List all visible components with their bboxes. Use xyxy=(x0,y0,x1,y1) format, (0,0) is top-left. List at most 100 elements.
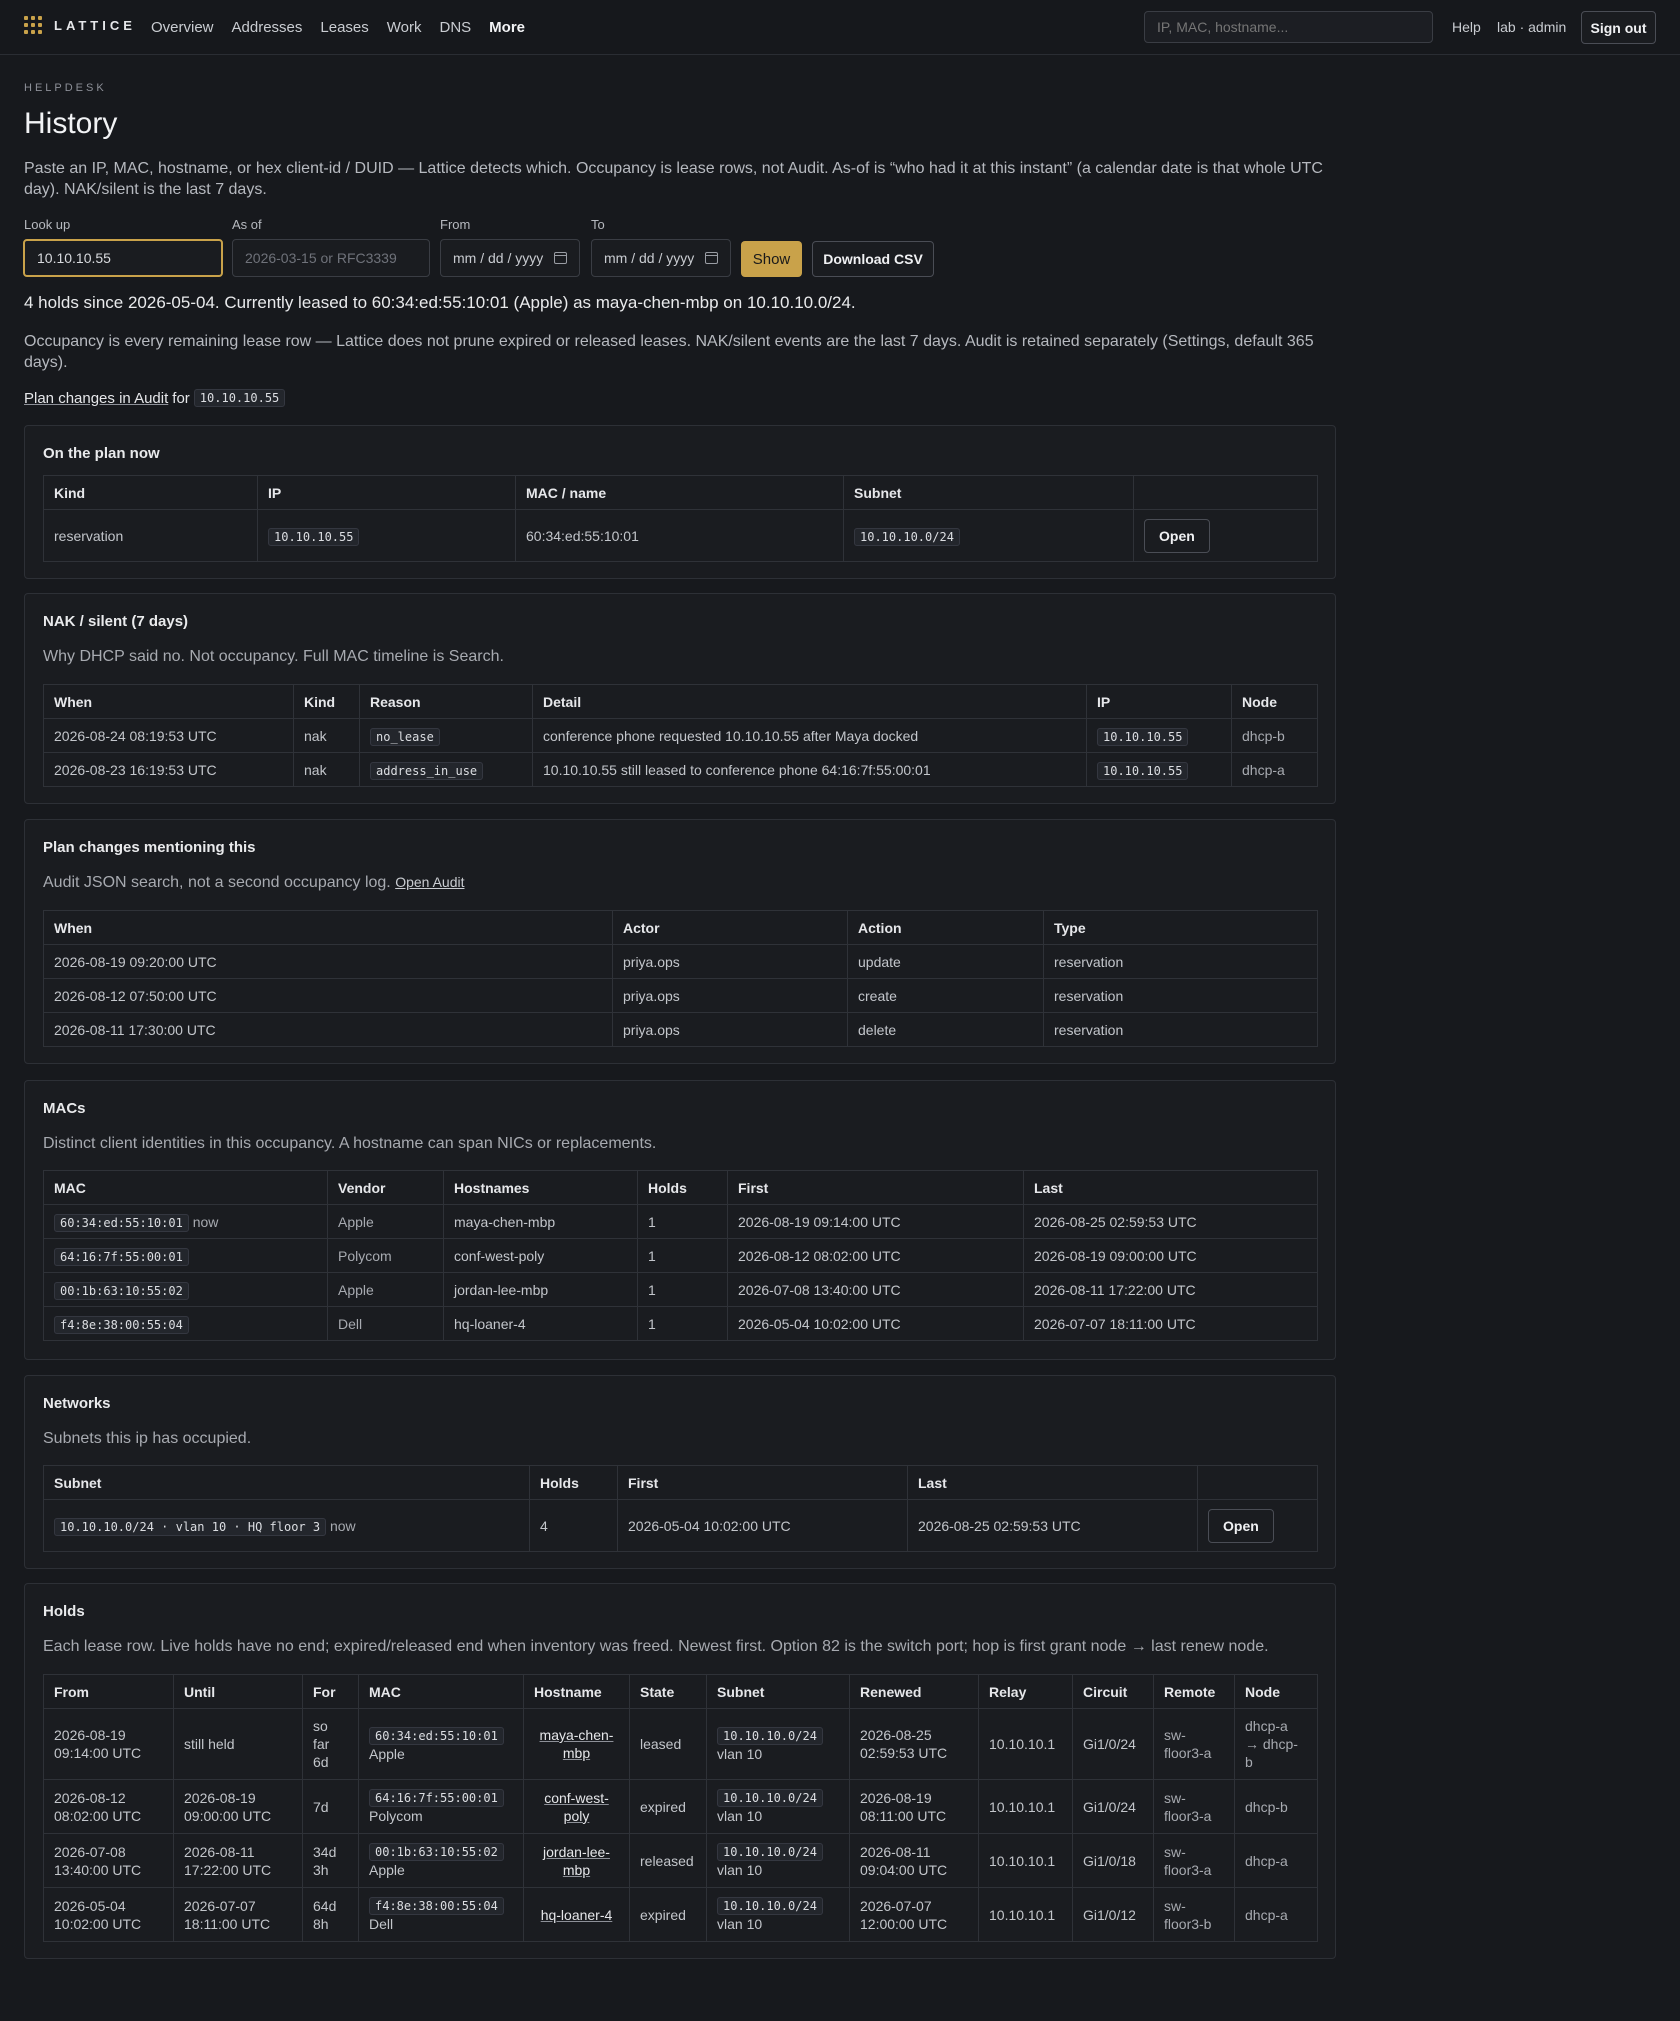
hostname-link[interactable]: jordan-lee-mbp xyxy=(543,1844,610,1878)
to-date-input[interactable]: mm / dd / yyyy xyxy=(591,239,731,277)
for-line3: 6d xyxy=(313,1754,329,1770)
holds-cell: 1 xyxy=(637,1204,728,1239)
last-cell: 2026-08-11 17:22:00 UTC xyxy=(1023,1272,1318,1307)
hostname-cell: jordan-lee-mbp xyxy=(523,1833,630,1888)
circuit-cell: Gi1/0/24 xyxy=(1072,1779,1154,1834)
until-date: 2026-07-07 xyxy=(184,1897,256,1914)
sign-out-button[interactable]: Sign out xyxy=(1581,11,1656,44)
nav-work[interactable]: Work xyxy=(387,19,422,36)
until-cell: 2026-08-19 09:00:00 UTC xyxy=(173,1779,303,1834)
subnet-chip: 10.10.10.0/24 xyxy=(717,1897,823,1915)
first-cell: 2026-05-04 10:02:00 UTC xyxy=(617,1499,908,1552)
lookup-input[interactable]: 10.10.10.55 xyxy=(23,239,223,277)
plan-changes-table: When Actor Action Type 2026-08-19 09:20:… xyxy=(43,910,1318,1047)
hostname-line1: maya-chen- xyxy=(539,1727,614,1743)
until-time: 17:22:00 UTC xyxy=(184,1861,272,1878)
subnet-chip: 10.10.10.0/24 xyxy=(717,1843,823,1861)
from-cell: 2026-08-12 08:02:00 UTC xyxy=(43,1779,174,1834)
hostname-line2: mbp xyxy=(562,1861,591,1878)
section-eyebrow: HELPDESK xyxy=(24,82,107,94)
col-until: Until xyxy=(173,1674,303,1709)
networks-card: Networks Subnets this ip has occupied. S… xyxy=(24,1375,1336,1569)
renewed-cell: 2026-08-19 08:11:00 UTC xyxy=(849,1779,979,1834)
open-audit-link[interactable]: Open Audit xyxy=(395,874,464,890)
open-button[interactable]: Open xyxy=(1144,518,1210,553)
plan-ip-chip: 10.10.10.55 xyxy=(193,389,286,407)
nav-more[interactable]: More xyxy=(489,19,525,36)
ip-chip: 10.10.10.55 xyxy=(1097,727,1189,746)
col-node: Node xyxy=(1231,684,1318,719)
col-for: For xyxy=(302,1674,359,1709)
logo[interactable]: LATTICE xyxy=(24,16,136,34)
vendor-label: Polycom xyxy=(369,1808,423,1824)
remote-line2: floor3-a xyxy=(1164,1861,1212,1878)
download-csv-button[interactable]: Download CSV xyxy=(812,241,934,277)
calendar-icon[interactable] xyxy=(705,252,718,264)
asof-input[interactable]: 2026-03-15 or RFC3339 xyxy=(232,239,430,277)
hostname-line2: mbp xyxy=(562,1745,591,1761)
hostnames-cell: conf-west-poly xyxy=(443,1238,638,1273)
mac-chip: 64:16:7f:55:00:01 xyxy=(54,1247,189,1266)
col-state: State xyxy=(629,1674,707,1709)
nav-leases[interactable]: Leases xyxy=(320,19,368,36)
table-row: 2026-07-08 13:40:00 UTC 2026-08-11 17:22:0… xyxy=(43,1833,1318,1888)
subnet-cell: 10.10.10.0/24 vlan 10 xyxy=(706,1887,850,1942)
networks-title: Networks xyxy=(43,1395,111,1412)
hostname-cell: hq-loaner-4 xyxy=(523,1887,630,1942)
last-cell: 2026-08-19 09:00:00 UTC xyxy=(1023,1238,1318,1273)
show-button[interactable]: Show xyxy=(741,241,802,277)
plan-changes-audit-link[interactable]: Plan changes in Audit xyxy=(24,390,168,407)
mac-cell: 60:34:ed:55:10:01 Apple xyxy=(358,1708,524,1780)
nav-overview[interactable]: Overview xyxy=(151,19,214,36)
for-cell: 7d xyxy=(302,1779,359,1834)
relay-cell: 10.10.10.1 xyxy=(978,1779,1073,1834)
remote-line1: sw- xyxy=(1164,1843,1186,1860)
col-mac: MAC xyxy=(43,1170,328,1205)
first-cell: 2026-07-08 13:40:00 UTC xyxy=(727,1272,1024,1307)
renewed-cell: 2026-08-11 09:04:00 UTC xyxy=(849,1833,979,1888)
col-renewed: Renewed xyxy=(849,1674,979,1709)
mac-chip: 00:1b:63:10:55:02 xyxy=(369,1843,504,1861)
col-first: First xyxy=(727,1170,1024,1205)
asof-placeholder: 2026-03-15 or RFC3339 xyxy=(245,250,397,266)
calendar-icon[interactable] xyxy=(554,252,567,264)
col-mac: MAC xyxy=(358,1674,524,1709)
mac-cell: f4:8e:38:00:55:04 xyxy=(43,1306,328,1341)
hostnames-cell: hq-loaner-4 xyxy=(443,1306,638,1341)
hostname-link[interactable]: hq-loaner-4 xyxy=(541,1907,613,1923)
now-badge: now xyxy=(192,1213,219,1230)
col-ip: IP xyxy=(1086,684,1232,719)
lookup-label: Look up xyxy=(24,217,71,232)
holds-cell: 1 xyxy=(637,1272,728,1307)
from-date-input[interactable]: mm / dd / yyyy xyxy=(440,239,580,277)
hostnames-cell: jordan-lee-mbp xyxy=(443,1272,638,1307)
from-time: 09:14:00 UTC xyxy=(54,1745,142,1761)
nav-dns[interactable]: DNS xyxy=(440,19,472,36)
table-row: 2026-08-19 09:14:00 UTC still held so far 6… xyxy=(43,1708,1318,1780)
relay-cell: 10.10.10.1 xyxy=(978,1833,1073,1888)
from-date-value: mm / dd / yyyy xyxy=(453,250,544,266)
reason-chip: no_lease xyxy=(370,727,440,746)
last-cell: 2026-07-07 18:11:00 UTC xyxy=(1023,1306,1318,1341)
global-search-input[interactable] xyxy=(1144,11,1433,43)
node-line2: → dhcp- xyxy=(1245,1736,1298,1752)
open-button[interactable]: Open xyxy=(1208,1508,1274,1543)
result-summary: 4 holds since 2026-05-04. Currently leas… xyxy=(24,293,856,312)
nav-addresses[interactable]: Addresses xyxy=(232,19,303,36)
vendor-cell: Apple xyxy=(327,1272,444,1307)
table-row: 64:16:7f:55:00:01 Polycom conf-west-poly… xyxy=(43,1238,1318,1273)
subnet-cell: 10.10.10.0/24 · vlan 10 · HQ floor 3 now xyxy=(43,1499,530,1552)
hostname-link[interactable]: conf-west-poly xyxy=(544,1790,609,1824)
help-link[interactable]: Help xyxy=(1452,19,1481,35)
vlan-label: vlan 10 xyxy=(717,1916,763,1932)
hostname-link[interactable]: maya-chen-mbp xyxy=(540,1727,614,1761)
from-date: 2026-08-19 xyxy=(54,1727,126,1743)
table-row: 2026-05-04 10:02:00 UTC 2026-07-07 18:11:0… xyxy=(43,1887,1318,1942)
remote-cell: sw-floor3-b xyxy=(1153,1887,1235,1942)
from-time: 10:02:00 UTC xyxy=(54,1915,142,1932)
hostname-line1: conf-west- xyxy=(544,1789,609,1806)
plan-now-card: On the plan now Kind IP MAC / name Subne… xyxy=(24,425,1336,579)
relay-cell: 10.10.10.1 xyxy=(978,1887,1073,1942)
remote-line1: sw- xyxy=(1164,1897,1186,1914)
col-hostname: Hostname xyxy=(523,1674,630,1709)
